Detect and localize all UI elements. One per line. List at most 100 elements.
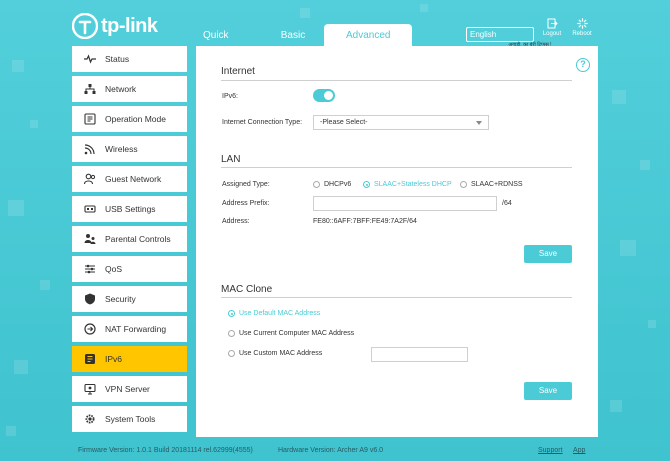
tp-link-logo-icon [72, 13, 98, 39]
sidebar-item-label: System Tools [105, 414, 156, 424]
app-link[interactable]: App [573, 447, 585, 454]
sidebar-item-label: QoS [105, 264, 123, 274]
mac-clone-save-button[interactable]: Save [524, 382, 572, 400]
section-divider [221, 297, 572, 298]
radio-label: DHCPv6 [324, 181, 352, 188]
assigned-type-label: Assigned Type: [222, 181, 270, 188]
sidebar: Status Network Operation Mode Wireless G… [72, 46, 187, 436]
sidebar-item-guest-network[interactable]: Guest Network [72, 166, 187, 192]
radio-custom-mac[interactable]: Use Custom MAC Address [228, 350, 322, 357]
support-link[interactable]: Support [538, 447, 563, 454]
radio-dot [228, 330, 235, 337]
radio-dhcpv6[interactable]: DHCPv6 [313, 181, 351, 188]
radio-slaac-rdnss[interactable]: SLAAC+RDNSS [460, 181, 523, 188]
radio-label: Use Custom MAC Address [239, 350, 323, 357]
custom-mac-input[interactable] [371, 347, 468, 362]
ipv6-icon [84, 353, 96, 365]
sidebar-item-label: Guest Network [105, 174, 162, 184]
brand-name: tp-link [101, 14, 158, 37]
address-value: FE80::6AFF:7BFF:FE49:7A2F/64 [313, 218, 417, 225]
usb-icon [84, 203, 96, 215]
help-icon[interactable]: ? [576, 58, 590, 72]
address-label: Address: [222, 218, 250, 225]
nat-icon [84, 323, 96, 335]
sidebar-item-label: Network [105, 84, 137, 94]
sidebar-item-label: Wireless [105, 144, 138, 154]
ipv6-label: IPv6: [222, 93, 238, 100]
sidebar-item-nat-forwarding[interactable]: NAT Forwarding [72, 316, 187, 342]
sidebar-item-status[interactable]: Status [72, 46, 187, 72]
section-title-internet: Internet [221, 66, 255, 77]
sidebar-item-network[interactable]: Network [72, 76, 187, 102]
sidebar-item-label: USB Settings [105, 204, 156, 214]
radio-dot [363, 181, 370, 188]
firmware-version: Firmware Version: 1.0.1 Build 20181114 r… [78, 447, 253, 454]
radio-label: SLAAC+RDNSS [471, 181, 523, 188]
sidebar-item-qos[interactable]: QoS [72, 256, 187, 282]
qos-icon [84, 263, 96, 275]
reboot-icon [576, 18, 588, 29]
radio-slaac-stateless-dhcp[interactable]: SLAAC+Stateless DHCP [363, 181, 452, 188]
connection-type-label: Internet Connection Type: [222, 119, 303, 126]
sidebar-item-security[interactable]: Security [72, 286, 187, 312]
guest-icon [84, 173, 96, 185]
sidebar-item-operation-mode[interactable]: Operation Mode [72, 106, 187, 132]
parental-icon [84, 233, 96, 245]
section-title-mac-clone: MAC Clone [221, 284, 273, 295]
sidebar-item-label: Status [105, 54, 130, 64]
top-tabs: Quick Setup Basic Advanced [196, 24, 413, 65]
sidebar-item-label: Operation Mode [105, 114, 166, 124]
sidebar-item-label: Parental Controls [105, 234, 171, 244]
network-icon [84, 83, 96, 95]
reboot-label: Reboot [572, 31, 592, 37]
connection-type-value: -Please Select- [320, 119, 368, 126]
tab-quick-setup[interactable]: Quick Setup [196, 24, 262, 65]
operation-mode-icon [84, 113, 96, 125]
address-prefix-input[interactable] [313, 196, 497, 211]
logout-button[interactable]: Logout [538, 18, 566, 37]
radio-label: SLAAC+Stateless DHCP [374, 181, 452, 188]
sidebar-item-ipv6[interactable]: IPv6 [72, 346, 187, 372]
reboot-button[interactable]: Reboot [568, 18, 596, 37]
logout-icon [547, 18, 558, 29]
lan-save-button[interactable]: Save [524, 245, 572, 263]
radio-current-computer-mac[interactable]: Use Current Computer MAC Address [228, 330, 354, 337]
address-prefix-label: Address Prefix: [222, 200, 270, 207]
pulse-icon [84, 53, 96, 65]
toggle-knob [324, 91, 333, 100]
sidebar-item-label: NAT Forwarding [105, 324, 167, 334]
radio-label: Use Default MAC Address [239, 310, 321, 317]
section-title-lan: LAN [221, 154, 241, 165]
radio-dot [228, 350, 235, 357]
main-panel [196, 46, 598, 437]
sidebar-item-vpn-server[interactable]: VPN Server [72, 376, 187, 402]
tab-basic[interactable]: Basic [262, 24, 324, 46]
sidebar-item-label: Security [105, 294, 136, 304]
vpn-icon [84, 383, 96, 395]
chevron-down-icon [476, 121, 482, 125]
section-divider [221, 80, 572, 81]
shield-icon [84, 293, 96, 305]
sidebar-item-parental-controls[interactable]: Parental Controls [72, 226, 187, 252]
wifi-icon [84, 143, 96, 155]
sidebar-item-label: VPN Server [105, 384, 150, 394]
section-divider [221, 167, 572, 168]
hardware-version: Hardware Version: Archer A9 v6.0 [278, 447, 384, 454]
radio-dot [313, 181, 320, 188]
connection-type-select[interactable]: -Please Select- [313, 115, 489, 130]
radio-default-mac[interactable]: Use Default MAC Address [228, 310, 320, 317]
prefix-suffix: /64 [502, 200, 512, 207]
sidebar-item-system-tools[interactable]: System Tools [72, 406, 187, 432]
logout-label: Logout [542, 31, 562, 37]
footer: Firmware Version: 1.0.1 Build 20181114 r… [0, 441, 670, 461]
ipv6-toggle[interactable] [313, 89, 335, 102]
sidebar-item-wireless[interactable]: Wireless [72, 136, 187, 162]
gear-icon [84, 413, 96, 425]
brand-logo: tp-link [72, 12, 158, 40]
radio-label: Use Current Computer MAC Address [239, 330, 355, 337]
sidebar-item-usb-settings[interactable]: USB Settings [72, 196, 187, 222]
radio-dot [228, 310, 235, 317]
radio-dot [460, 181, 467, 188]
sidebar-item-label: IPv6 [105, 354, 123, 364]
tab-advanced[interactable]: Advanced [324, 24, 413, 46]
